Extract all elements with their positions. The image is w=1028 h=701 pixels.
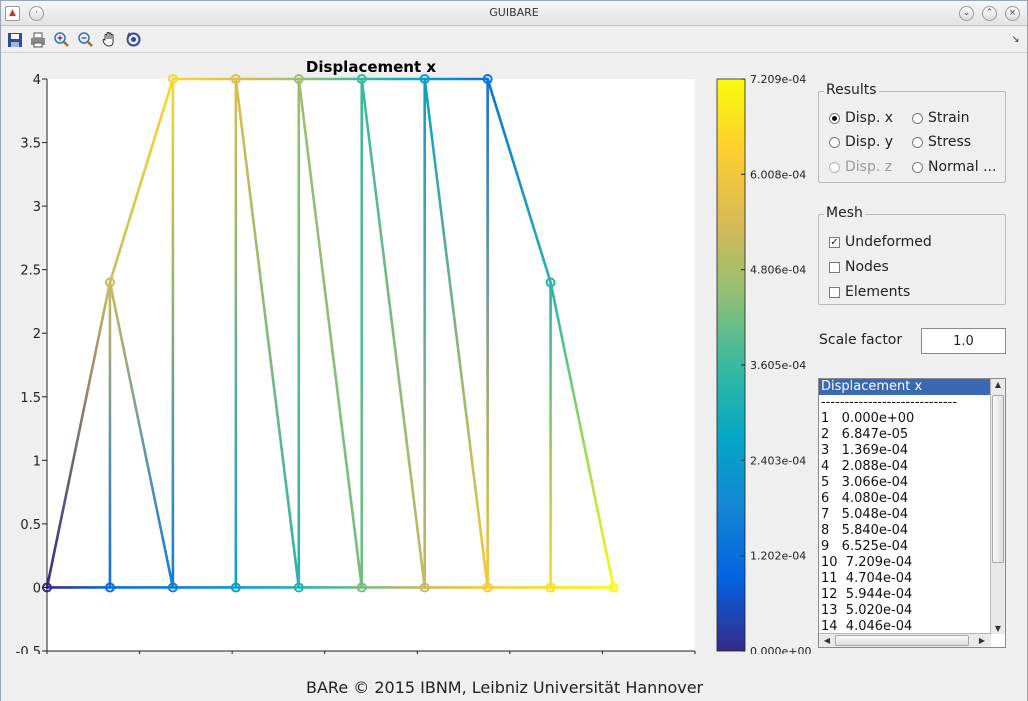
radio-disp-z: Disp. z bbox=[829, 159, 892, 175]
horizontal-scrollbar[interactable]: ◀ ▶ bbox=[819, 633, 991, 647]
radio-indicator bbox=[912, 112, 923, 124]
radio-indicator bbox=[912, 161, 923, 173]
check-icon: ✓ bbox=[829, 236, 840, 248]
results-panel: Results Disp. x Strain Disp. y Stress Di… bbox=[818, 82, 1006, 183]
footer: BARe © 2015 IBNM, Leibniz Universität Ha… bbox=[1, 676, 1027, 697]
list-item[interactable]: 8 5.840e-04 bbox=[819, 523, 1005, 539]
scroll-left-icon[interactable]: ◀ bbox=[820, 636, 834, 645]
list-item[interactable]: 10 7.209e-04 bbox=[819, 555, 1005, 571]
checkbox-label: Undeformed bbox=[845, 234, 932, 250]
vertical-scroll-thumb[interactable] bbox=[992, 395, 1004, 563]
checkbox-undeformed[interactable]: ✓ Undeformed bbox=[829, 234, 932, 250]
radio-stress[interactable]: Stress bbox=[912, 134, 971, 150]
colorbar bbox=[716, 78, 746, 652]
pan-hand-icon[interactable] bbox=[100, 30, 119, 49]
radio-indicator bbox=[912, 136, 923, 148]
list-item[interactable]: 1 0.000e+00 bbox=[819, 411, 1005, 427]
list-item[interactable]: 5 3.066e-04 bbox=[819, 475, 1005, 491]
colorbar-tick-label: 0.000e+00 bbox=[750, 645, 811, 654]
radio-label: Strain bbox=[928, 110, 970, 126]
y-axis-ticks: -0.5 0 0.5 1 1.5 2 2.5 3 3.5 4 bbox=[16, 73, 48, 654]
y-tick-label: 2 bbox=[33, 327, 41, 342]
zoom-out-icon[interactable] bbox=[76, 30, 95, 49]
radio-normal[interactable]: Normal ... bbox=[912, 159, 996, 175]
scale-factor-label: Scale factor bbox=[819, 332, 903, 348]
close-button[interactable]: × bbox=[1005, 6, 1020, 21]
y-tick-label: 3 bbox=[33, 200, 41, 215]
toolbar: ↘ bbox=[1, 27, 1027, 53]
radio-indicator bbox=[829, 136, 840, 148]
zoom-in-icon[interactable] bbox=[52, 30, 71, 49]
rotate-icon[interactable] bbox=[124, 30, 143, 49]
y-tick-label: 0.5 bbox=[20, 518, 41, 533]
radio-label: Disp. y bbox=[845, 134, 894, 150]
figure-area: Displacement x 05101520253035 -0.500.511… bbox=[1, 54, 1027, 701]
scroll-down-icon[interactable]: ▼ bbox=[991, 624, 1005, 633]
list-item[interactable]: 3 1.369e-04 bbox=[819, 443, 1005, 459]
app-window: ▲ · GUIBARE ⌄ ⌃ × ↘ Displacement x -0.5 … bbox=[0, 0, 1028, 701]
radio-indicator bbox=[829, 112, 840, 124]
colorbar-tick-label: 1.202e-04 bbox=[750, 550, 806, 563]
axes-background bbox=[47, 79, 695, 651]
checkbox-label: Nodes bbox=[845, 259, 889, 275]
scroll-up-icon[interactable]: ▲ bbox=[991, 380, 1005, 389]
print-icon[interactable] bbox=[28, 30, 47, 49]
listbox-rows: Displacement x -------------------------… bbox=[819, 379, 1005, 635]
radio-indicator bbox=[829, 161, 840, 173]
list-item[interactable]: 6 4.080e-04 bbox=[819, 491, 1005, 507]
list-item[interactable]: 4 2.088e-04 bbox=[819, 459, 1005, 475]
list-item[interactable]: 9 6.525e-04 bbox=[819, 539, 1005, 555]
scroll-right-icon[interactable]: ▶ bbox=[975, 636, 989, 645]
radio-label: Stress bbox=[928, 134, 972, 150]
checkbox-elements[interactable]: Elements bbox=[829, 284, 910, 300]
checkbox-box bbox=[829, 286, 840, 298]
list-separator: ----------------------------- bbox=[821, 395, 958, 410]
radio-disp-x[interactable]: Disp. x bbox=[829, 110, 893, 126]
mesh-panel: Mesh ✓ Undeformed Nodes Elements bbox=[818, 205, 1006, 305]
results-listbox[interactable]: Displacement x -------------------------… bbox=[818, 378, 1006, 648]
vertical-scrollbar[interactable]: ▲ ▼ bbox=[990, 379, 1005, 634]
y-tick-label: 1 bbox=[33, 454, 41, 469]
horizontal-scroll-thumb[interactable] bbox=[835, 635, 969, 646]
results-legend: Results bbox=[824, 82, 879, 98]
y-tick-label: 1.5 bbox=[20, 391, 41, 406]
colorbar-tick-label: 3.605e-04 bbox=[750, 359, 806, 372]
y-tick-label: -0.5 bbox=[16, 645, 41, 654]
checkbox-label: Elements bbox=[845, 284, 911, 300]
colorbar-tick-label: 7.209e-04 bbox=[750, 73, 806, 86]
radio-label: Disp. z bbox=[845, 159, 893, 175]
mesh-legend: Mesh bbox=[824, 205, 865, 221]
maximize-button[interactable]: ⌃ bbox=[982, 6, 997, 21]
dock-arrow-icon[interactable]: ↘ bbox=[1006, 30, 1025, 49]
x-axis-ticks: 05101520253035 bbox=[46, 650, 696, 654]
radio-disp-y[interactable]: Disp. y bbox=[829, 134, 893, 150]
colorbar-tick-label: 6.008e-04 bbox=[750, 168, 806, 181]
y-tick-label: 3.5 bbox=[20, 137, 41, 152]
list-item[interactable]: 12 5.944e-04 bbox=[819, 587, 1005, 603]
checkbox-box bbox=[829, 261, 840, 273]
list-item[interactable]: 11 4.704e-04 bbox=[819, 571, 1005, 587]
radio-strain[interactable]: Strain bbox=[912, 110, 969, 126]
colorbar-tick-label: 2.403e-04 bbox=[750, 454, 806, 467]
copyright-text: BARe © 2015 IBNM, Leibniz Universität Ha… bbox=[306, 678, 704, 697]
scale-factor-input[interactable] bbox=[921, 328, 1006, 354]
list-item[interactable]: 13 5.020e-04 bbox=[819, 603, 1005, 619]
minimize-button[interactable]: ⌄ bbox=[959, 6, 974, 21]
plot-title: Displacement x bbox=[306, 58, 436, 76]
y-tick-label: 0 bbox=[33, 581, 41, 596]
radio-label: Normal ... bbox=[928, 159, 997, 175]
radio-label: Disp. x bbox=[845, 110, 894, 126]
window-title: GUIBARE bbox=[489, 6, 539, 19]
colorbar-tick-label: 4.806e-04 bbox=[750, 264, 806, 277]
y-tick-label: 4 bbox=[33, 73, 41, 88]
title-bar: ▲ · GUIBARE ⌄ ⌃ × bbox=[1, 1, 1027, 26]
colorbar-ticks: 0.000e+00 1.202e-04 2.403e-04 3.605e-04 4.80… bbox=[741, 73, 811, 654]
list-item[interactable]: 2 6.847e-05 bbox=[819, 427, 1005, 443]
save-icon[interactable] bbox=[5, 30, 24, 49]
y-tick-label: 2.5 bbox=[20, 264, 41, 279]
list-header[interactable]: Displacement x bbox=[819, 379, 1005, 395]
list-item[interactable]: 7 5.048e-04 bbox=[819, 507, 1005, 523]
checkbox-nodes[interactable]: Nodes bbox=[829, 259, 889, 275]
